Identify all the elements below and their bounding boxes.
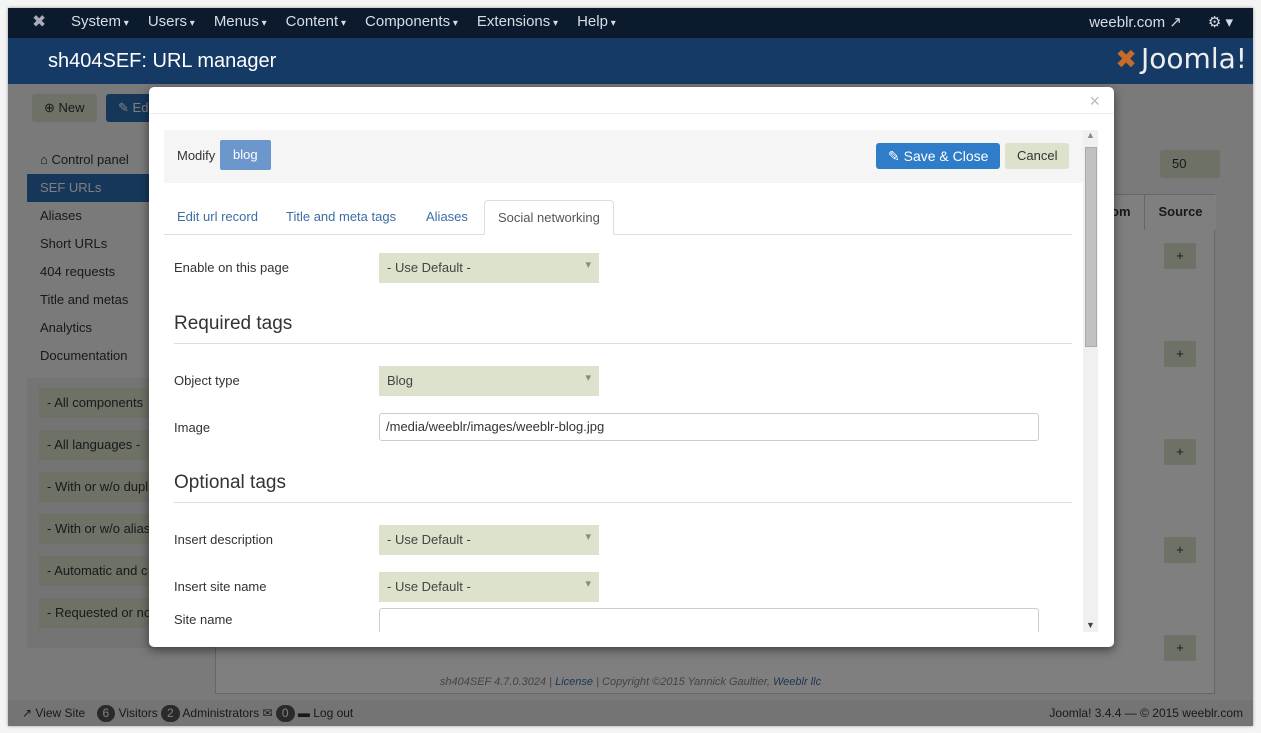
modify-label: Modify xyxy=(177,148,216,163)
insert-description-label: Insert description xyxy=(174,532,273,547)
menu-system[interactable]: System xyxy=(71,13,129,30)
optional-tags-heading: Optional tags xyxy=(174,472,1072,503)
insert-site-name-label: Insert site name xyxy=(174,579,267,594)
close-icon[interactable]: × xyxy=(1089,91,1100,112)
page-title: sh404SEF: URL manager xyxy=(48,50,277,72)
tabs: Edit url record Title and meta tags Alia… xyxy=(164,200,1072,235)
page-header: sh404SEF: URL manager ✖ Joomla! xyxy=(8,38,1253,84)
modal-body: Modify blog ✎ Save & Close Cancel Edit u… xyxy=(164,130,1098,632)
save-close-button[interactable]: ✎ Save & Close xyxy=(876,143,1001,169)
scrollbar-thumb[interactable] xyxy=(1085,147,1097,347)
scroll-up-icon[interactable]: ▲ xyxy=(1086,130,1095,140)
menu-help[interactable]: Help xyxy=(577,13,616,30)
image-label: Image xyxy=(174,420,211,435)
top-navbar: ✖ System Users Menus Content Components … xyxy=(8,8,1253,38)
site-link[interactable]: weeblr.com ↗ xyxy=(1089,13,1182,31)
site-name-input[interactable] xyxy=(379,608,1039,632)
modal-toolbar: Modify blog ✎ Save & Close Cancel xyxy=(164,130,1083,183)
site-name-label: Site name xyxy=(174,612,233,627)
gear-icon[interactable]: ⚙ ▾ xyxy=(1208,13,1233,31)
external-link-icon: ↗ xyxy=(1169,14,1182,31)
save-close-label: Save & Close xyxy=(903,148,989,164)
menu-content[interactable]: Content xyxy=(286,13,346,30)
tab-social-networking[interactable]: Social networking xyxy=(484,200,614,235)
object-type-select[interactable]: Blog xyxy=(379,363,599,396)
tab-title-meta-tags[interactable]: Title and meta tags xyxy=(273,200,409,235)
modal-header-divider xyxy=(149,113,1114,114)
cancel-button[interactable]: Cancel xyxy=(1005,143,1070,169)
object-type-label: Object type xyxy=(174,373,240,388)
tab-edit-url-record[interactable]: Edit url record xyxy=(164,200,271,235)
insert-site-name-select[interactable]: - Use Default - xyxy=(379,569,599,602)
edit-icon: ✎ xyxy=(888,148,900,164)
record-badge: blog xyxy=(220,140,271,170)
menu-components[interactable]: Components xyxy=(365,13,458,30)
enable-select[interactable]: - Use Default - xyxy=(379,250,599,283)
insert-description-select[interactable]: - Use Default - xyxy=(379,522,599,555)
image-input[interactable]: /media/weeblr/images/weeblr-blog.jpg xyxy=(379,413,1039,441)
site-link-label: weeblr.com xyxy=(1089,14,1166,31)
tab-aliases[interactable]: Aliases xyxy=(413,200,481,235)
menu-extensions[interactable]: Extensions xyxy=(477,13,558,30)
modal-scrollbar[interactable]: ▲ ▼ xyxy=(1083,130,1098,632)
menu-menus[interactable]: Menus xyxy=(214,13,267,30)
enable-label: Enable on this page xyxy=(174,260,289,275)
required-tags-heading: Required tags xyxy=(174,313,1072,344)
joomla-icon[interactable]: ✖ xyxy=(32,12,46,32)
edit-url-modal: × Modify blog ✎ Save & Close Cancel Edit… xyxy=(149,87,1114,647)
menu-users[interactable]: Users xyxy=(148,13,195,30)
joomla-logo: ✖ Joomla! xyxy=(1115,42,1247,75)
scroll-down-icon[interactable]: ▼ xyxy=(1086,620,1095,630)
